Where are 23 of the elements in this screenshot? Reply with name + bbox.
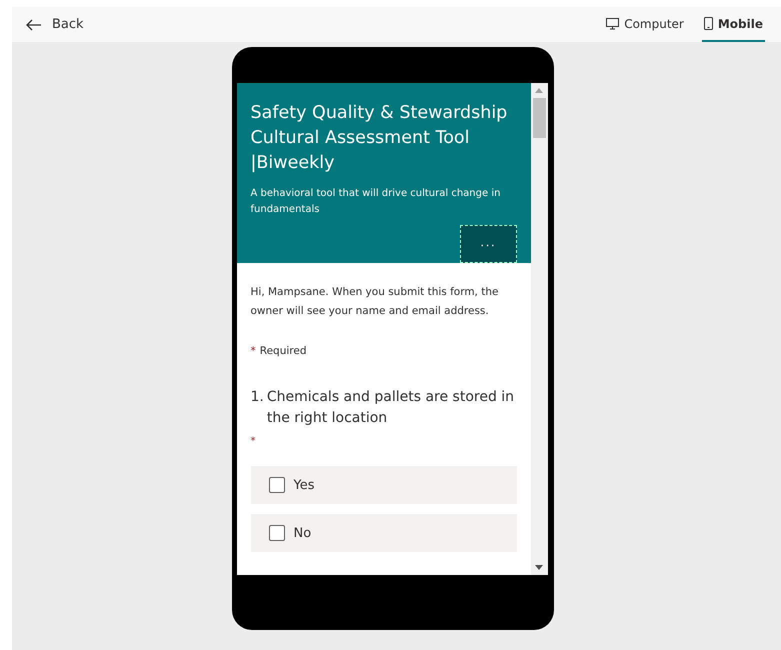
option-label: Yes [294, 478, 314, 492]
more-button[interactable]: ··· [460, 225, 516, 263]
checkbox[interactable] [268, 477, 284, 493]
scrollbar[interactable] [530, 83, 548, 575]
scroll-down-icon[interactable] [535, 565, 543, 570]
back-arrow-icon [26, 18, 42, 30]
monitor-icon [606, 18, 620, 30]
scroll-thumb[interactable] [532, 98, 546, 138]
notice-text: Hi, Mampsane. When you submit this form, the owner will see your name and email address. [250, 285, 500, 319]
required-asterisk: * [250, 345, 256, 357]
form-title: Safety Quality & Stewardship Cultural Assessment Tool |Biweekly [250, 102, 508, 175]
back-button[interactable]: Back [26, 17, 84, 32]
phone-icon [704, 17, 713, 30]
required-label: Required [260, 345, 306, 357]
option-row[interactable]: No [250, 514, 516, 552]
view-tab[interactable]: Computer [604, 7, 686, 42]
required-asterisk: * [250, 436, 256, 447]
question-number: 1. [250, 388, 264, 407]
checkbox[interactable] [268, 525, 284, 541]
option-label: No [294, 526, 312, 540]
option-row[interactable]: Yes [250, 466, 516, 504]
form-description: A behavioral tool that will drive cultural change in fundamentals [250, 187, 502, 217]
question-text: Chemicals and pallets are stored in the right location [266, 388, 516, 428]
